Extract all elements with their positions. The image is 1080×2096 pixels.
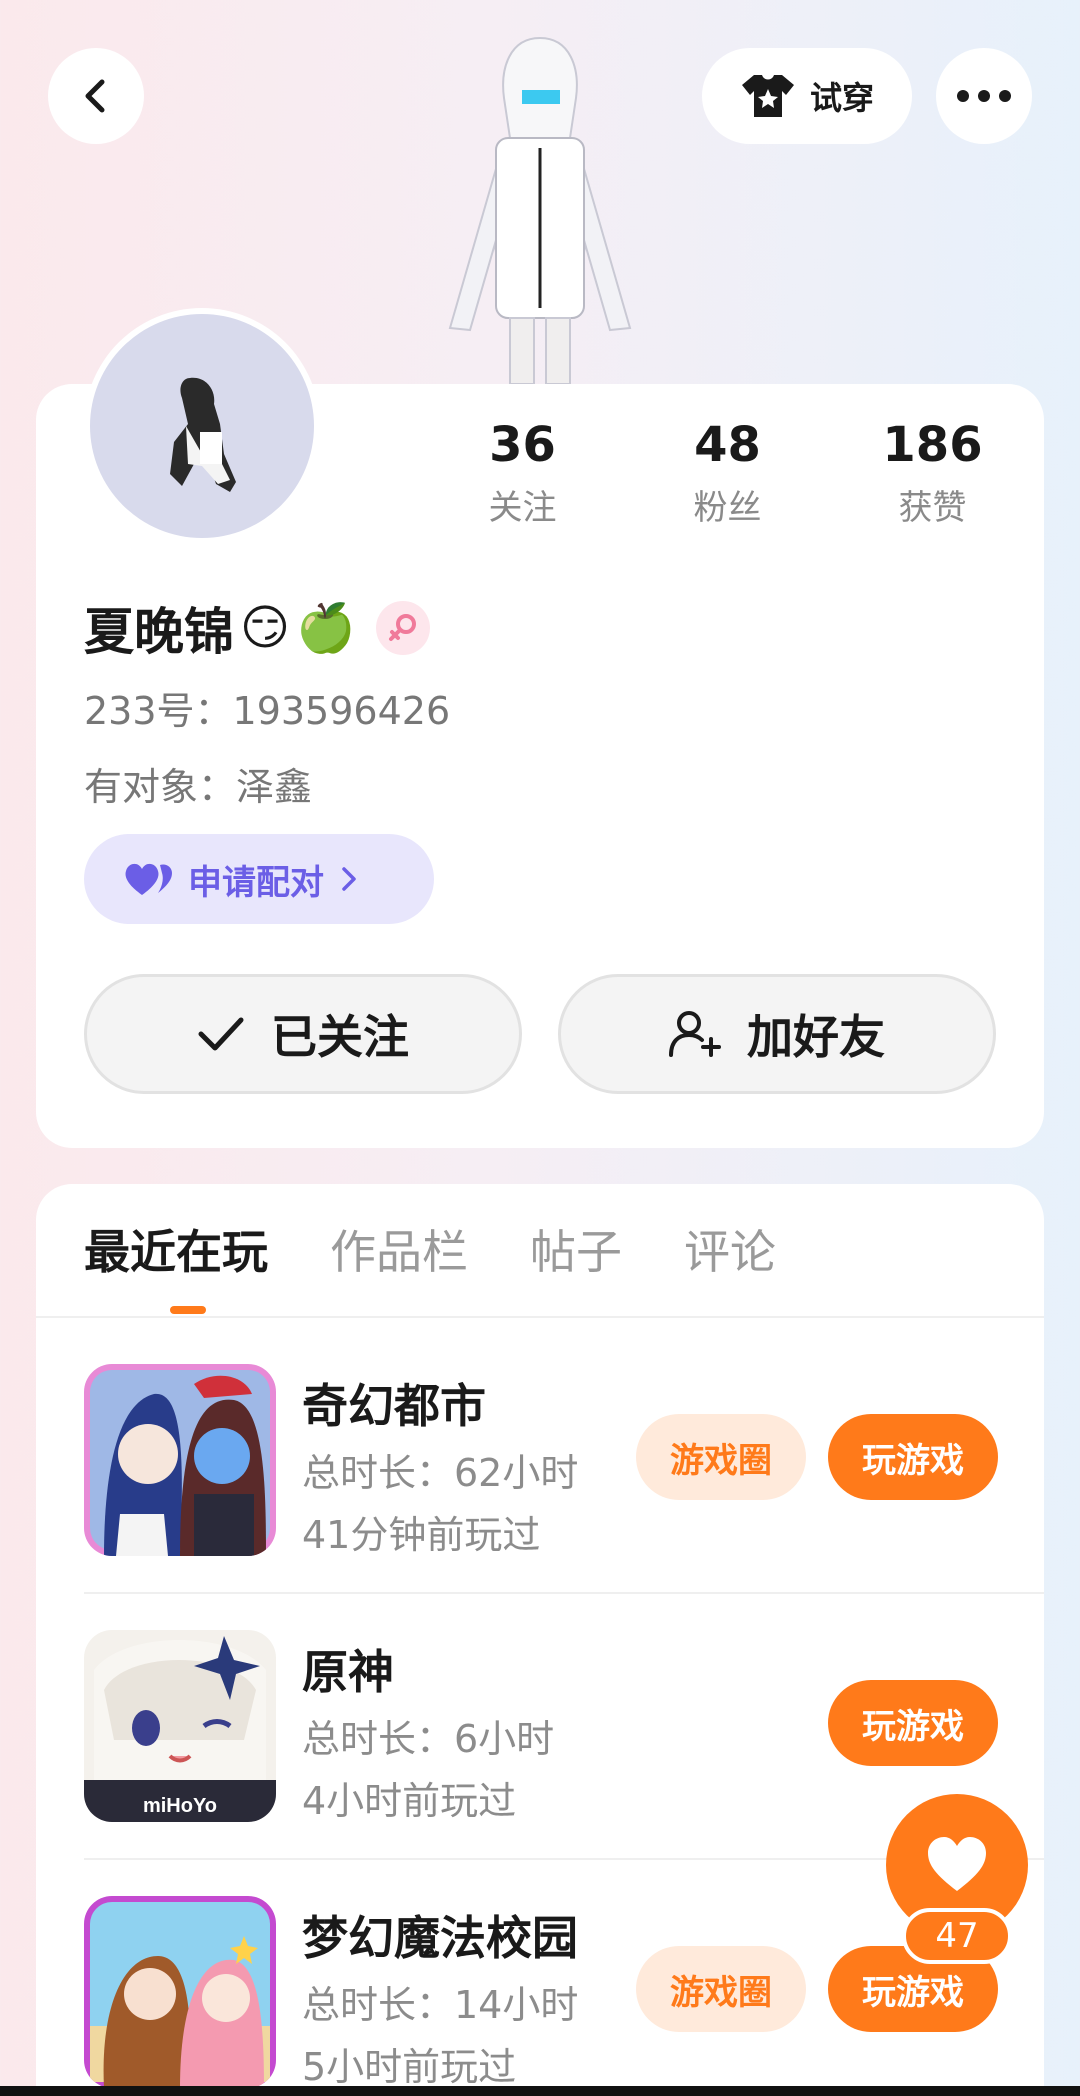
tab-works[interactable]: 作品栏 — [330, 1220, 468, 1284]
list-item[interactable]: 奇幻都市 总时长：62小时 41分钟前玩过 游戏圈 玩游戏 — [84, 1364, 1044, 1564]
divider — [36, 1316, 1044, 1318]
apple-emoji: 🍏 — [296, 600, 356, 656]
game-title: 原神 — [302, 1645, 394, 1699]
tab-posts[interactable]: 帖子 — [530, 1220, 622, 1284]
active-tab-indicator — [170, 1306, 206, 1314]
game-icon-genshin: miHoYo — [84, 1630, 276, 1822]
avatar-image — [170, 377, 236, 492]
add-friend-label: 加好友 — [747, 1010, 885, 1064]
game-icon-magic-academy — [84, 1896, 276, 2088]
profile-stats: 36 关注 48 粉丝 186 获赞 — [420, 410, 1040, 536]
tab-comments[interactable]: 评论 — [684, 1220, 776, 1284]
list-item[interactable]: miHoYo 原神 总时长：6小时 4小时前玩过 玩游戏 — [84, 1630, 1044, 1830]
stat-label: 关注 — [488, 488, 557, 528]
user-id: 233号：193596426 — [84, 689, 451, 733]
followed-label: 已关注 — [271, 1010, 409, 1064]
add-user-icon — [669, 1011, 721, 1057]
stat-label: 粉丝 — [693, 488, 762, 528]
game-circle-button[interactable]: 游戏圈 — [636, 1946, 806, 2032]
double-heart-icon — [125, 863, 172, 895]
stat-following[interactable]: 36 关注 — [420, 410, 625, 536]
try-on-label: 试穿 — [809, 79, 874, 117]
game-icon-fantasy-city — [84, 1364, 276, 1556]
mihoyo-logo: miHoYo — [143, 1795, 217, 1817]
chevron-right-icon — [342, 867, 356, 891]
followed-button[interactable]: 已关注 — [84, 974, 522, 1094]
stat-value: 48 — [694, 417, 761, 473]
female-icon — [375, 601, 430, 655]
tshirt-icon — [741, 75, 794, 117]
game-duration: 总时长：14小时 — [302, 1983, 579, 2027]
game-last-played: 41分钟前玩过 — [302, 1513, 541, 1557]
stat-value: 36 — [489, 417, 556, 473]
apply-pair-label: 申请配对 — [188, 862, 324, 903]
avatar-character-figure — [448, 36, 632, 385]
like-count-badge: 47 — [902, 1908, 1012, 1964]
play-game-button[interactable]: 玩游戏 — [828, 1680, 998, 1766]
avatar[interactable] — [84, 308, 320, 544]
back-button[interactable] — [48, 48, 144, 144]
add-friend-button[interactable]: 加好友 — [558, 974, 996, 1094]
game-title: 奇幻都市 — [302, 1379, 486, 1433]
play-game-button[interactable]: 玩游戏 — [828, 1414, 998, 1500]
stat-fans[interactable]: 48 粉丝 — [625, 410, 830, 536]
more-dots-icon — [957, 90, 1011, 102]
try-on-button[interactable]: 试穿 — [702, 48, 912, 144]
game-duration: 总时长：62小时 — [302, 1451, 579, 1495]
divider — [84, 1592, 1044, 1594]
game-duration: 总时长：6小时 — [302, 1717, 555, 1761]
game-last-played: 5小时前玩过 — [302, 2045, 517, 2089]
more-button[interactable] — [936, 48, 1032, 144]
list-item[interactable]: 梦幻魔法校园 总时长：14小时 5小时前玩过 游戏圈 玩游戏 — [84, 1896, 1044, 2096]
partner-info: 有对象：泽鑫 — [84, 765, 313, 809]
username: 夏晚锦 — [84, 603, 234, 661]
stat-likes[interactable]: 186 获赞 — [830, 410, 1035, 536]
chevron-left-icon — [85, 79, 105, 113]
game-title: 梦幻魔法校园 — [302, 1911, 578, 1965]
heart-icon — [928, 1837, 986, 1891]
check-icon — [198, 1017, 244, 1051]
game-circle-button[interactable]: 游戏圈 — [636, 1414, 806, 1500]
tab-recently-played[interactable]: 最近在玩 — [84, 1220, 268, 1284]
stat-label: 获赞 — [898, 488, 967, 528]
game-last-played: 4小时前玩过 — [302, 1779, 517, 1823]
profile-tabs: 最近在玩 作品栏 帖子 评论 — [84, 1220, 776, 1284]
navigation-bar — [0, 2086, 1080, 2096]
status-bar — [0, 0, 1080, 14]
smirk-emoji: 😏 — [240, 600, 291, 656]
apply-pair-button[interactable]: 申请配对 — [84, 834, 434, 924]
name-row: 夏晚锦 😏 🍏 — [84, 592, 430, 664]
stat-value: 186 — [882, 417, 983, 473]
